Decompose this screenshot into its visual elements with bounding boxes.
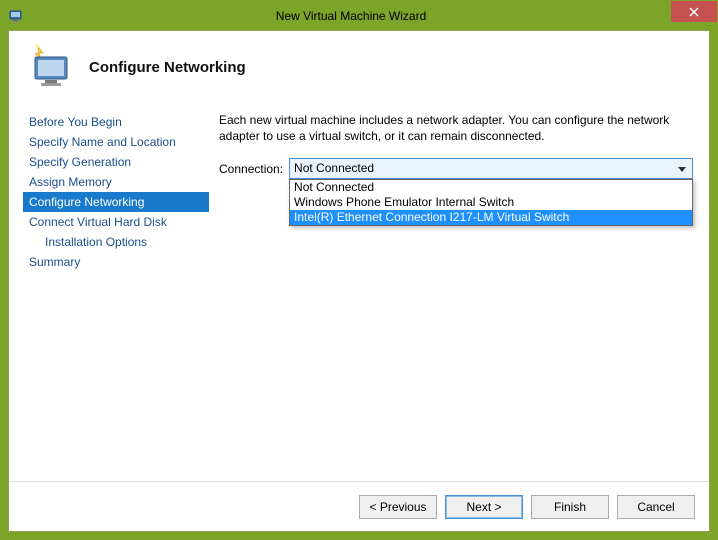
window-title: New Virtual Machine Wizard: [31, 9, 717, 23]
connection-field: Connection: Not Connected Not Connected …: [219, 158, 693, 179]
close-button[interactable]: [671, 1, 717, 22]
connection-selected[interactable]: Not Connected: [289, 158, 693, 179]
connection-option-wp-emulator[interactable]: Windows Phone Emulator Internal Switch: [290, 195, 692, 210]
wizard-footer: < Previous Next > Finish Cancel: [9, 481, 709, 531]
sidebar-item-summary[interactable]: Summary: [23, 252, 209, 272]
finish-button[interactable]: Finish: [531, 495, 609, 519]
wizard-content: Each new virtual machine includes a netw…: [209, 106, 695, 486]
app-icon: [9, 8, 25, 24]
next-button[interactable]: Next >: [445, 495, 523, 519]
vm-network-icon: [27, 43, 75, 92]
cancel-button[interactable]: Cancel: [617, 495, 695, 519]
sidebar-item-configure-networking[interactable]: Configure Networking: [23, 192, 209, 212]
connection-option-intel-ethernet[interactable]: Intel(R) Ethernet Connection I217-LM Vir…: [290, 210, 692, 225]
wizard-header: Configure Networking: [9, 31, 709, 106]
titlebar: New Virtual Machine Wizard: [1, 1, 717, 30]
connection-label: Connection:: [219, 162, 283, 176]
sidebar-item-installation-options[interactable]: Installation Options: [23, 232, 209, 252]
page-title: Configure Networking: [89, 59, 246, 76]
wizard-window: New Virtual Machine Wizard Configure Net…: [0, 0, 718, 540]
previous-button[interactable]: < Previous: [359, 495, 437, 519]
sidebar-item-connect-virtual-hard-disk[interactable]: Connect Virtual Hard Disk: [23, 212, 209, 232]
sidebar-item-specify-generation[interactable]: Specify Generation: [23, 152, 209, 172]
client-area: Configure Networking Before You Begin Sp…: [8, 30, 710, 532]
connection-dropdown-list: Not Connected Windows Phone Emulator Int…: [289, 179, 693, 226]
sidebar-item-before-you-begin[interactable]: Before You Begin: [23, 112, 209, 132]
close-icon: [689, 7, 699, 17]
connection-dropdown[interactable]: Not Connected Not Connected Windows Phon…: [289, 158, 693, 179]
wizard-body: Before You Begin Specify Name and Locati…: [9, 106, 709, 486]
sidebar-item-assign-memory[interactable]: Assign Memory: [23, 172, 209, 192]
wizard-sidebar: Before You Begin Specify Name and Locati…: [23, 106, 209, 486]
sidebar-item-specify-name-location[interactable]: Specify Name and Location: [23, 132, 209, 152]
connection-option-not-connected[interactable]: Not Connected: [290, 180, 692, 195]
page-description: Each new virtual machine includes a netw…: [219, 112, 693, 144]
